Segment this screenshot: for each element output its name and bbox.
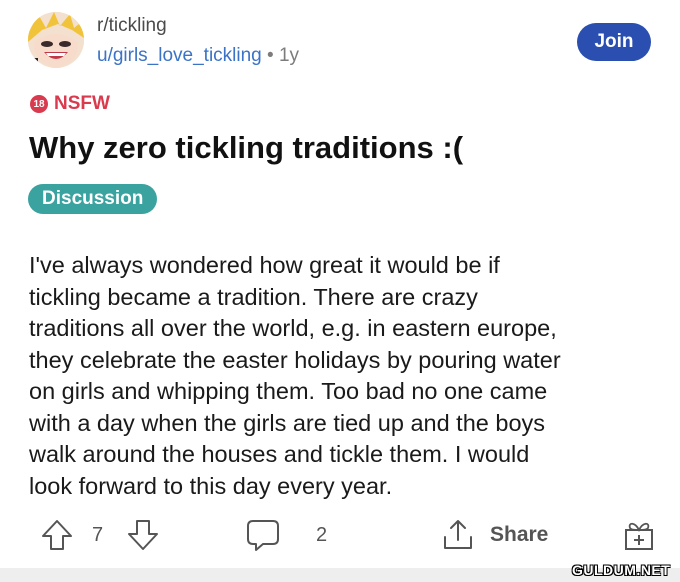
nsfw-label: NSFW xyxy=(54,93,110,114)
post-flair[interactable]: Discussion xyxy=(28,184,158,214)
post-age: 1y xyxy=(278,45,300,66)
gift-icon[interactable] xyxy=(622,505,656,565)
post-meta: u/girls_love_tickling • 1y xyxy=(97,45,299,67)
post-body: I've always wondered how great it would … xyxy=(29,250,649,502)
post-title[interactable]: Why zero tickling traditions :( xyxy=(29,130,463,166)
comment-bubble-icon[interactable] xyxy=(245,505,281,565)
comment-count[interactable]: 2 xyxy=(316,505,327,565)
share-button[interactable]: Share xyxy=(490,505,548,565)
body-line: they celebrate the easter holidays by po… xyxy=(29,346,561,373)
nsfw-tag: 18 NSFW xyxy=(30,93,110,115)
vote-count: 7 xyxy=(92,523,104,546)
eighteen-plus-icon: 18 xyxy=(30,95,48,113)
share-icon[interactable] xyxy=(440,505,476,565)
body-line: I've always wondered how great it would … xyxy=(29,252,500,278)
body-line: traditions all over the world, e.g. in e… xyxy=(29,315,557,341)
body-line: walk around the houses and tickle them. … xyxy=(29,441,530,467)
arrow-down-icon[interactable] xyxy=(126,505,160,565)
body-line: tickling became a tradition. There are c… xyxy=(29,283,478,310)
post-action-bar: 7 2 Share xyxy=(0,505,680,565)
author-link[interactable]: u/girls_love_tickling xyxy=(97,45,262,66)
arrow-up-icon[interactable] xyxy=(40,505,74,565)
body-line: look forward to this day every year. xyxy=(29,472,393,499)
watermark-text: GULDUM.NET xyxy=(572,562,671,578)
subreddit-name[interactable]: r/tickling xyxy=(97,15,167,37)
body-line: on girls and whipping them. Too bad no o… xyxy=(29,378,548,404)
subreddit-avatar[interactable] xyxy=(28,12,84,68)
join-button[interactable]: Join xyxy=(577,23,651,61)
meta-separator: • xyxy=(267,45,274,66)
body-line: with a day when the girls are tied up an… xyxy=(29,409,546,436)
